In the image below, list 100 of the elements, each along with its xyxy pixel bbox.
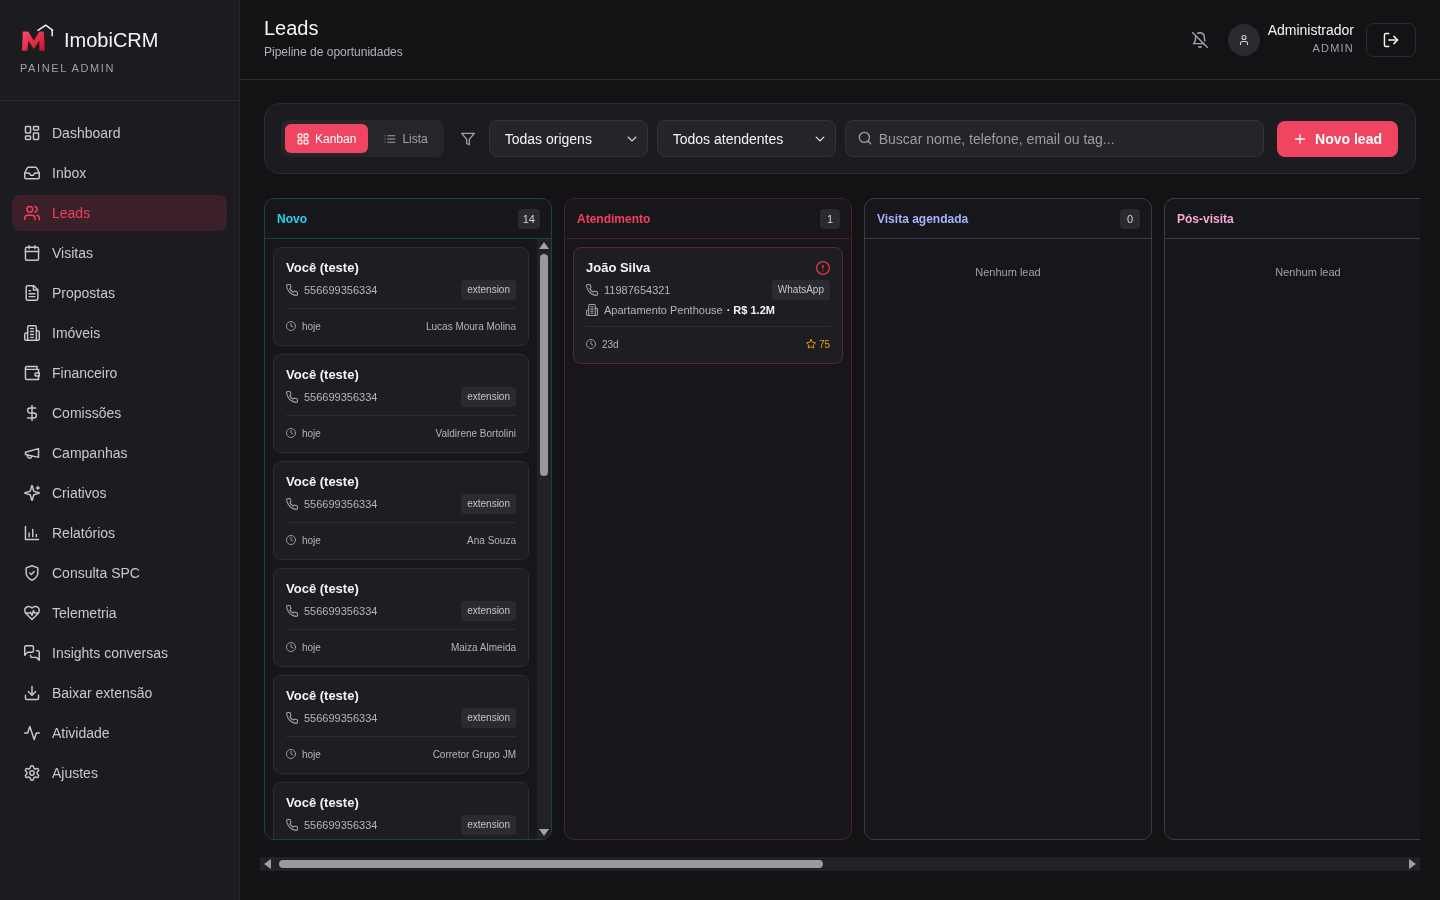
source-tag: extension [461,387,516,407]
column-title: Visita agendada [877,211,969,226]
agent-name: Lucas Moura Molina [425,320,516,332]
bar-chart-icon [24,525,40,541]
sidebar-item[interactable]: Inbox [12,155,227,191]
bell-off-icon [1191,31,1208,48]
alert-circle-icon [816,261,830,275]
sidebar-item[interactable]: Imóveis [12,315,227,351]
sidebar-item[interactable]: Comissões [12,395,227,431]
clock-icon [286,642,296,652]
sidebar-item[interactable]: Campanhas [12,435,227,471]
phone-icon [286,712,298,724]
phone-icon [586,284,598,296]
column-title: Pós-visita [1177,211,1234,226]
sidebar-item[interactable]: Leads [12,195,227,231]
search-icon [857,131,872,145]
shield-check-icon [24,565,40,581]
list-icon [384,132,397,145]
lead-phone: 556699356334 [304,498,378,510]
inbox-tray-icon [24,165,40,181]
plus-icon [1293,131,1308,146]
sidebar-item[interactable]: Relatórios [12,515,227,551]
pulse-line-icon [24,725,40,741]
property-price: · R$ 1.2M [726,304,775,316]
sidebar-item[interactable]: Propostas [12,275,227,311]
agent-name: Ana Souza [467,534,516,546]
sidebar-item[interactable]: Insights conversas [12,635,227,671]
lead-phone: 11987654321 [604,284,671,296]
lead-count: 14 [517,208,540,229]
lead-age: 23d [602,338,619,350]
calendar-icon [24,245,40,261]
sidebar-item[interactable]: Baixar extensão [12,675,227,711]
agent-select[interactable]: Todos atendentes [656,120,836,157]
source-tag: extension [461,708,516,728]
users-icon [24,205,40,221]
wallet-icon [24,365,40,381]
new-lead-button[interactable]: Novo lead [1277,120,1398,157]
sidebar-item[interactable]: Financeiro [12,355,227,391]
source-tag: extension [461,601,516,621]
lead-name: Você (teste) [286,367,359,383]
empty-message: Nenhum lead [1274,265,1342,280]
lead-phone: 556699356334 [304,819,378,831]
sidebar-item[interactable]: Visitas [12,235,227,271]
lead-card[interactable]: João Silva 11987654321 WhatsApp Apartamento Penthouse · R$ 1.2M 23d 75 [573,247,843,364]
logout-button[interactable] [1366,22,1416,57]
page-title: Leads [264,16,320,40]
logout-icon [1383,31,1399,48]
property-name: Apartamento Penthouse [604,304,723,316]
sidebar-item[interactable]: Ajustes [12,755,227,791]
source-tag: extension [461,494,516,514]
agent-name: Corretor Grupo JM [432,748,516,760]
lead-card[interactable]: Você (teste) 556699356334 extension hoje Valdirene Bortolini [273,354,529,453]
megaphone-icon [24,445,40,461]
chat-bubbles-icon [24,645,40,661]
empty-message: Nenhum lead [974,265,1042,280]
column-title: Atendimento [577,211,651,226]
clock-icon [286,749,296,759]
phone-icon [286,819,298,831]
lead-age: hoje [302,641,321,653]
view-tab[interactable]: Kanban [285,124,369,153]
lead-card[interactable]: Você (teste) 556699356334 extension hoje Maiza Almeida [273,568,529,667]
source-tag: WhatsApp [771,280,830,300]
clock-icon [286,535,296,545]
lead-name: Você (teste) [286,260,359,276]
lead-phone: 556699356334 [304,712,378,724]
lead-score: 75 [818,338,830,350]
column-title: Novo [277,211,307,226]
lead-name: Você (teste) [286,581,359,597]
origin-select[interactable]: Todas origens [488,120,648,157]
sidebar-item[interactable]: Atividade [12,715,227,751]
search-field[interactable]: Buscar nome, telefone, email ou tag... [844,120,1265,157]
sidebar-item[interactable]: Criativos [12,475,227,511]
sidebar-item[interactable]: Telemetria [12,595,227,631]
view-tab[interactable]: Lista [372,124,440,153]
lead-age: hoje [302,427,321,439]
dashboard-grid-icon [24,125,40,141]
brand-name: ImobiCRM [64,28,159,52]
filter-icon [460,131,475,146]
phone-icon [286,605,298,617]
brand-subtitle: PAINEL ADMIN [20,62,116,74]
phone-icon [286,284,298,296]
lead-phone: 556699356334 [304,391,378,403]
lead-count: 1 [820,208,840,229]
lead-name: Você (teste) [286,688,359,704]
horizontal-scrollbar[interactable] [260,857,1420,871]
avatar-icon [1227,23,1260,56]
sidebar-item[interactable]: Dashboard [12,115,227,151]
lead-card[interactable]: Você (teste) 556699356334 extension hoje Ana Souza [273,461,529,560]
clock-icon [286,428,296,438]
lead-age: hoje [302,748,321,760]
lead-age: hoje [302,534,321,546]
lead-card[interactable]: Você (teste) 556699356334 extension hoje Lucas Moura Molina [273,247,529,346]
dollar-sign-icon [24,405,40,421]
lead-name: João Silva [586,260,651,276]
lead-count: 0 [1120,208,1140,229]
sidebar-item[interactable]: Consulta SPC [12,555,227,591]
heart-pulse-icon [24,605,40,621]
lead-card[interactable]: Você (teste) 556699356334 extension hoje Corretor Grupo JM [273,675,529,774]
vertical-scrollbar[interactable] [537,239,551,839]
lead-card[interactable]: Você (teste) 556699356334 extension [273,782,529,839]
